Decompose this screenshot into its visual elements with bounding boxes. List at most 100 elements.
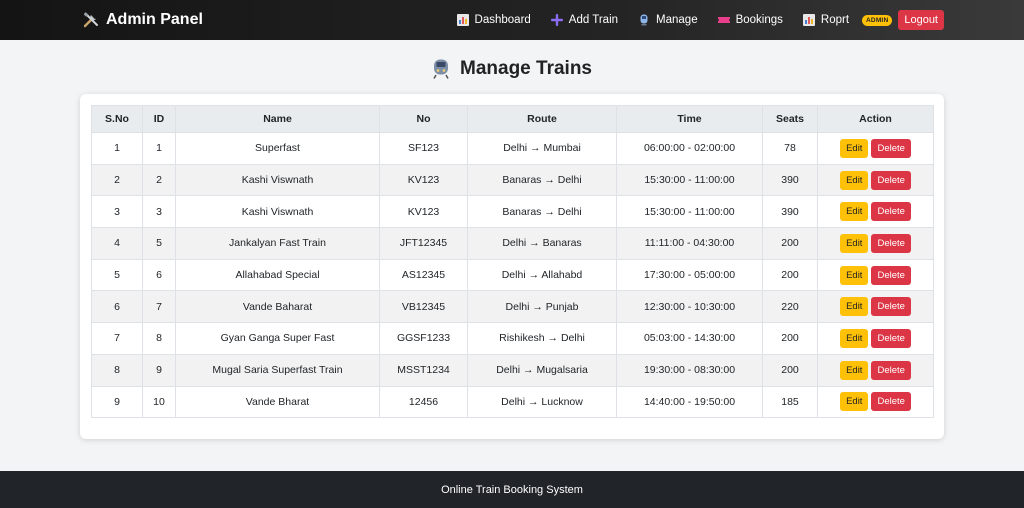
cell-action: Edit Delete — [817, 353, 934, 387]
header-no: No — [379, 105, 468, 133]
edit-button[interactable]: Edit — [840, 138, 869, 158]
cell-sno: 2 — [91, 163, 143, 197]
cell-no: MSST1234 — [379, 353, 468, 387]
cell-route: Delhi → Mumbai — [467, 132, 617, 165]
cell-route: Delhi → Lucknow — [467, 385, 617, 419]
delete-button[interactable]: Delete — [871, 138, 911, 158]
edit-button[interactable]: Edit — [840, 170, 869, 190]
edit-button[interactable]: Edit — [840, 392, 869, 412]
delete-button[interactable]: Delete — [871, 297, 911, 317]
table-row: 6 7 Vande Baharat VB12345 Delhi → Punjab… — [91, 290, 934, 324]
ticket-icon — [717, 17, 730, 23]
nav-add-train[interactable]: Add Train — [550, 14, 619, 26]
cell-sno: 6 — [91, 290, 143, 324]
cell-no: KV123 — [379, 163, 468, 197]
brand[interactable]: Admin Panel — [82, 11, 203, 29]
cell-name: Allahabad Special — [175, 258, 380, 292]
nav-manage[interactable]: Manage — [638, 14, 698, 26]
table-row: 4 5 Jankalyan Fast Train JFT12345 Delhi … — [91, 227, 934, 260]
edit-button[interactable]: Edit — [840, 202, 869, 222]
cell-id: 8 — [142, 322, 176, 355]
cell-seats: 200 — [762, 322, 818, 355]
edit-button[interactable]: Edit — [840, 265, 869, 285]
delete-button[interactable]: Delete — [871, 170, 911, 190]
nav-report-label: Roprt — [820, 14, 850, 26]
cell-seats: 200 — [762, 353, 818, 387]
cell-action: Edit Delete — [817, 163, 934, 197]
page-header: Manage Trains — [0, 56, 1024, 82]
brand-title: Admin Panel — [106, 11, 203, 28]
delete-button[interactable]: Delete — [871, 202, 911, 222]
edit-button[interactable]: Edit — [840, 233, 869, 253]
cell-id: 6 — [142, 258, 176, 292]
header-sno: S.No — [91, 105, 143, 133]
delete-button[interactable]: Delete — [871, 265, 911, 285]
cell-sno: 5 — [91, 258, 143, 292]
table-row: 2 2 Kashi Viswnath KV123 Banaras → Delhi… — [91, 163, 934, 197]
table-row: 3 3 Kashi Viswnath KV123 Banaras → Delhi… — [91, 195, 934, 229]
bar-chart-icon — [802, 14, 815, 26]
bar-chart-icon — [456, 14, 469, 26]
cell-seats: 220 — [762, 290, 818, 324]
table-row: 7 8 Gyan Ganga Super Fast GGSF1233 Rishi… — [91, 322, 934, 355]
cell-seats: 78 — [762, 132, 818, 165]
header-route: Route — [467, 105, 617, 133]
cell-id: 2 — [142, 163, 176, 197]
table-row: 8 9 Mugal Saria Superfast Train MSST1234… — [91, 353, 934, 387]
cell-time: 06:00:00 - 02:00:00 — [616, 132, 763, 165]
delete-button[interactable]: Delete — [871, 328, 911, 348]
cell-route: Delhi → Mugalsaria — [467, 353, 617, 387]
edit-button[interactable]: Edit — [840, 297, 869, 317]
cell-name: Kashi Viswnath — [175, 163, 380, 197]
cell-id: 9 — [142, 353, 176, 387]
cell-id: 3 — [142, 195, 176, 229]
cell-action: Edit Delete — [817, 258, 934, 292]
delete-button[interactable]: Delete — [871, 360, 911, 380]
cell-action: Edit Delete — [817, 195, 934, 229]
cell-time: 17:30:00 - 05:00:00 — [616, 258, 763, 292]
cell-time: 19:30:00 - 08:30:00 — [616, 353, 763, 387]
nav-dashboard-label: Dashboard — [474, 14, 531, 26]
cell-no: AS12345 — [379, 258, 468, 292]
header-action: Action — [817, 105, 934, 133]
nav-dashboard[interactable]: Dashboard — [456, 14, 531, 26]
cell-no: 12456 — [379, 385, 468, 419]
cell-time: 05:03:00 - 14:30:00 — [616, 322, 763, 355]
nav-bookings[interactable]: Bookings — [717, 14, 783, 26]
cell-action: Edit Delete — [817, 290, 934, 324]
cell-id: 1 — [142, 132, 176, 165]
train-icon — [640, 14, 648, 26]
cell-time: 12:30:00 - 10:30:00 — [616, 290, 763, 324]
cell-action: Edit Delete — [817, 322, 934, 355]
cell-no: SF123 — [379, 132, 468, 165]
trains-card: S.No ID Name No Route Time Seats Action … — [80, 94, 944, 439]
cell-id: 7 — [142, 290, 176, 324]
header-name: Name — [175, 105, 380, 133]
table-row: 5 6 Allahabad Special AS12345 Delhi → Al… — [91, 258, 934, 292]
table-row: 1 1 Superfast SF123 Delhi → Mumbai 06:00… — [91, 132, 934, 165]
cell-name: Mugal Saria Superfast Train — [175, 353, 380, 387]
footer: Online Train Booking System — [0, 471, 1024, 508]
nav-links: Dashboard Add Train Manage Bookings Ropr… — [456, 0, 944, 40]
edit-button[interactable]: Edit — [840, 360, 869, 380]
delete-button[interactable]: Delete — [871, 233, 911, 253]
cell-no: GGSF1233 — [379, 322, 468, 355]
cell-id: 10 — [142, 385, 176, 419]
cell-no: KV123 — [379, 195, 468, 229]
edit-button[interactable]: Edit — [840, 328, 869, 348]
cell-seats: 185 — [762, 385, 818, 419]
cell-sno: 3 — [91, 195, 143, 229]
cell-action: Edit Delete — [817, 132, 934, 165]
train-icon — [433, 59, 449, 79]
nav-add-train-label: Add Train — [568, 14, 619, 26]
table-header-row: S.No ID Name No Route Time Seats Action — [91, 105, 934, 133]
nav-report[interactable]: Roprt ADMIN — [802, 14, 893, 26]
cell-seats: 390 — [762, 195, 818, 229]
page-title: Manage Trains — [460, 58, 592, 79]
logout-button[interactable]: Logout — [898, 10, 944, 30]
cell-sno: 9 — [91, 385, 143, 419]
cell-sno: 4 — [91, 227, 143, 260]
delete-button[interactable]: Delete — [871, 392, 911, 412]
header-seats: Seats — [762, 105, 818, 133]
cell-seats: 390 — [762, 163, 818, 197]
